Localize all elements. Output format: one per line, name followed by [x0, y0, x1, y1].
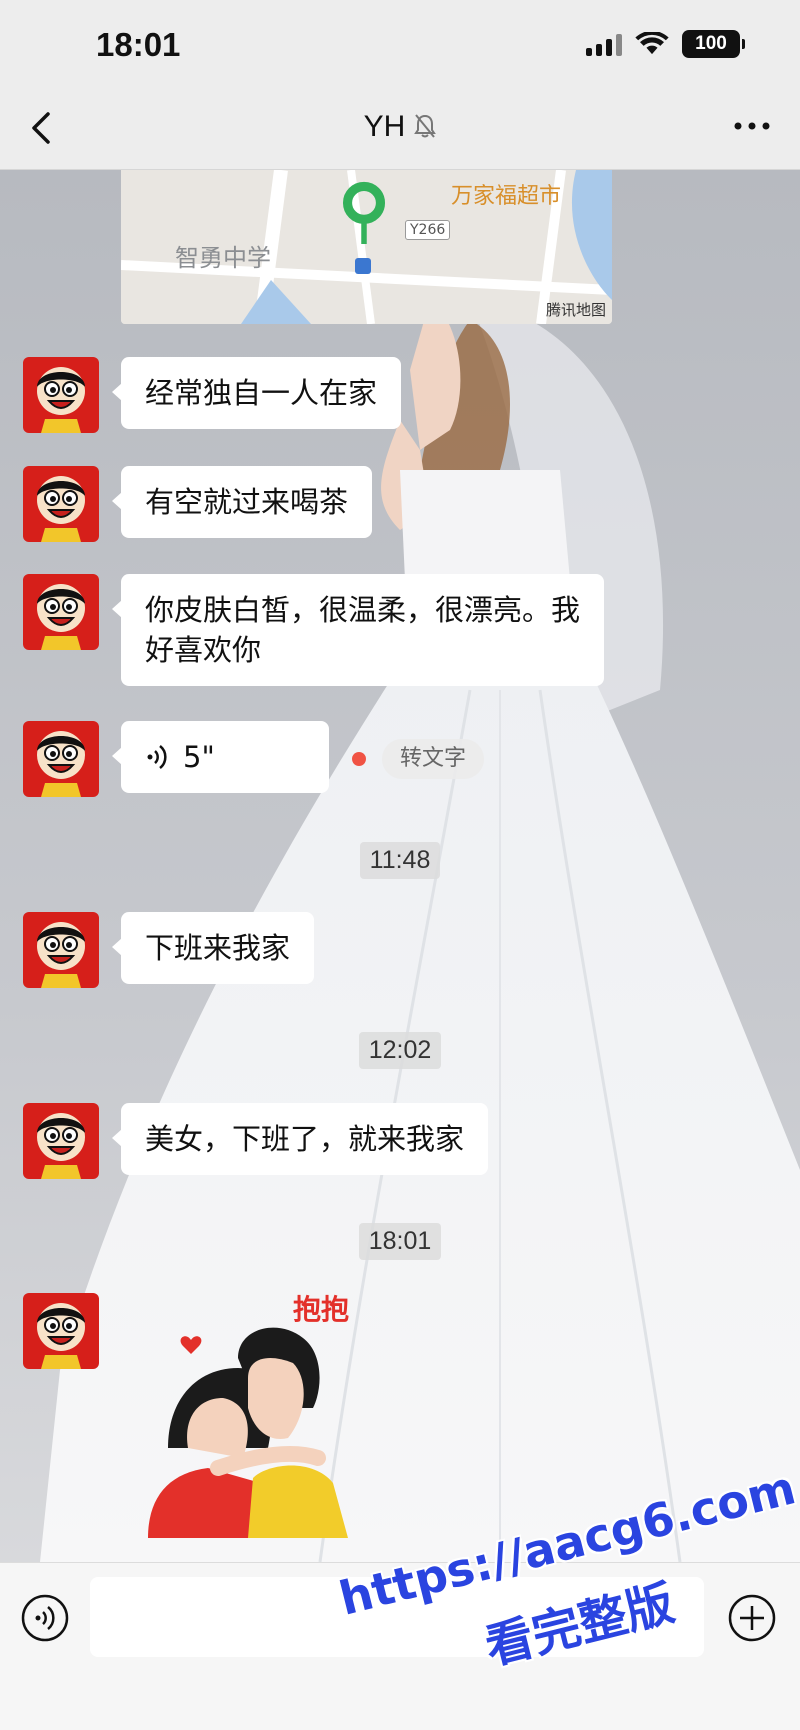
- voice-duration: 5": [183, 740, 215, 774]
- chat-title: YH: [363, 110, 406, 143]
- avatar[interactable]: [23, 1103, 99, 1179]
- message-bubble[interactable]: 有空就过来喝茶: [111, 466, 373, 538]
- message-bubble[interactable]: 下班来我家: [111, 912, 315, 984]
- message-line: 你皮肤白皙，很温柔，很漂亮。我: [145, 593, 581, 627]
- voice-input-icon[interactable]: [20, 1593, 70, 1643]
- location-pin-icon: [342, 181, 386, 244]
- avatar[interactable]: [23, 721, 99, 797]
- avatar[interactable]: [23, 912, 99, 988]
- voice-wave-icon: [147, 745, 167, 769]
- hug-sticker[interactable]: 抱抱: [128, 1293, 368, 1538]
- location-map-card[interactable]: 智勇中学 万家福超市 Y266 腾讯地图: [121, 170, 612, 324]
- avatar-face-icon: [37, 1303, 85, 1369]
- avatar-face-icon: [37, 922, 85, 988]
- avatar[interactable]: [23, 574, 99, 650]
- map-label-market: 万家福超市: [451, 184, 562, 209]
- mute-bell-icon: [414, 114, 437, 138]
- message-bubble[interactable]: 美女，下班了，就来我家: [111, 1103, 489, 1175]
- unread-dot: [352, 752, 366, 766]
- battery-icon: 100: [682, 30, 745, 58]
- sticker-image: [148, 1327, 348, 1538]
- timestamp-label: 11:48: [359, 842, 441, 879]
- more-options-button[interactable]: [732, 116, 772, 136]
- timestamp: 12:02: [0, 1032, 800, 1069]
- message-bubble[interactable]: 经常独自一人在家: [111, 357, 402, 429]
- message-input[interactable]: [90, 1577, 704, 1657]
- wifi-icon: [635, 32, 669, 55]
- map-label-school: 智勇中学: [175, 244, 271, 272]
- avatar-face-icon: [37, 1113, 85, 1179]
- input-bar: [0, 1562, 800, 1730]
- status-time: 18:01: [96, 26, 181, 63]
- avatar[interactable]: [23, 1293, 99, 1369]
- top-bar: 18:01 100 YH: [0, 0, 800, 170]
- avatar[interactable]: [23, 466, 99, 542]
- signal-icon: [586, 32, 622, 56]
- add-attachment-icon[interactable]: [727, 1593, 777, 1643]
- timestamp: 18:01: [0, 1223, 800, 1260]
- avatar[interactable]: [23, 357, 99, 433]
- avatar-face-icon: [37, 476, 85, 542]
- chat-header: YH: [0, 110, 800, 144]
- convert-to-text-button[interactable]: 转文字: [382, 739, 485, 779]
- map-label-road: Y266: [405, 220, 451, 240]
- status-icons: 100: [586, 30, 745, 58]
- map-brand: 腾讯地图: [545, 301, 606, 319]
- timestamp: 11:48: [0, 842, 800, 879]
- sticker-caption: 抱抱: [293, 1293, 350, 1326]
- avatar-face-icon: [37, 367, 85, 433]
- avatar-face-icon: [37, 731, 85, 797]
- voice-message-bubble[interactable]: 5": [112, 721, 329, 793]
- message-bubble[interactable]: 你皮肤白皙，很温柔，很漂亮。我 好喜欢你: [111, 574, 605, 686]
- message-line: 好喜欢你: [145, 633, 262, 667]
- avatar-face-icon: [37, 584, 85, 650]
- timestamp-label: 18:01: [358, 1223, 442, 1260]
- chat-area[interactable]: 智勇中学 万家福超市 Y266 腾讯地图 经常独自一人在家 有空就过来喝茶 你皮…: [0, 170, 800, 1562]
- timestamp-label: 12:02: [358, 1032, 442, 1069]
